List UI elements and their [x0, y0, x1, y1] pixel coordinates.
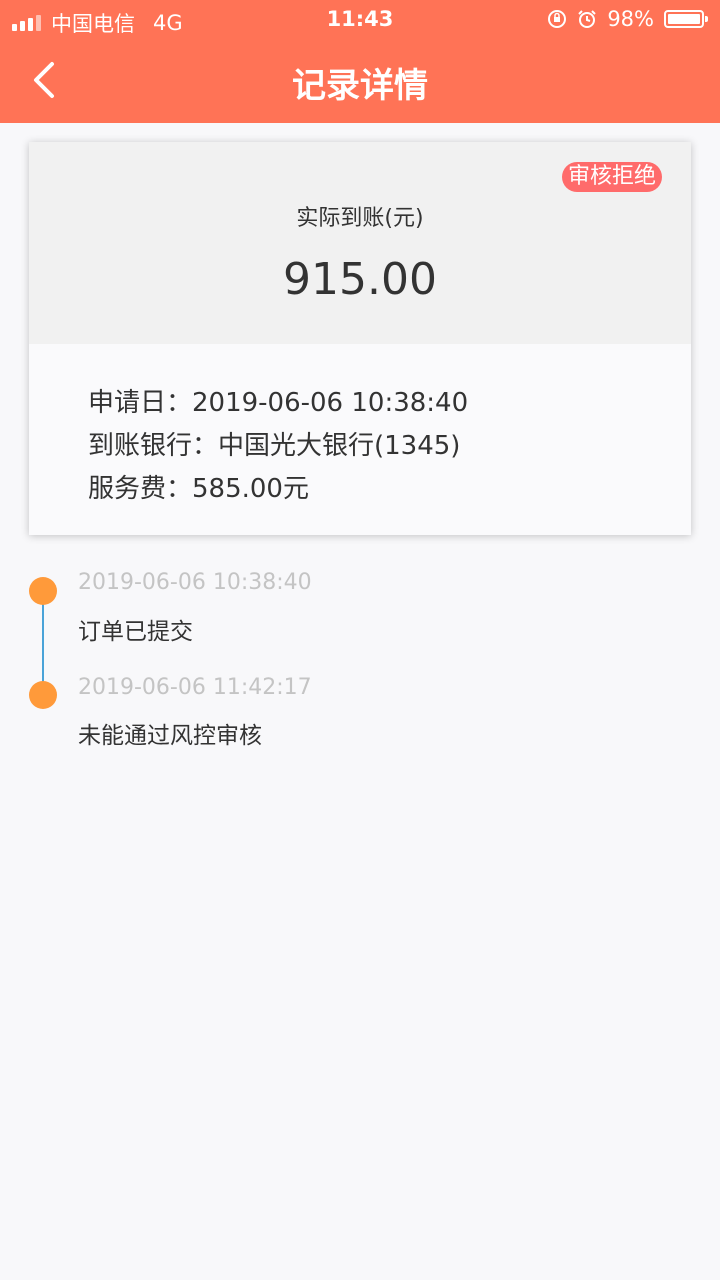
timeline-dot — [29, 681, 57, 709]
timeline-text: 订单已提交 — [78, 619, 193, 645]
amount-section: 审核拒绝 实际到账(元) 915.00 — [29, 142, 691, 344]
apply-date: 申请日：2019-06-06 10:38:40 — [88, 388, 469, 418]
page-title: 记录详情 — [292, 66, 428, 106]
timeline-time: 2019-06-06 10:38:40 — [78, 570, 312, 595]
timeline-dot — [29, 577, 57, 605]
battery-percent: 98% — [607, 7, 654, 31]
timeline-line — [42, 604, 44, 692]
nav-bar: 记录详情 — [0, 40, 720, 123]
orientation-lock-icon — [548, 10, 567, 28]
amount-label: 实际到账(元) — [296, 206, 424, 231]
receiving-bank: 到账银行：中国光大银行(1345) — [88, 431, 461, 461]
amount-value: 915.00 — [283, 254, 437, 305]
battery-icon — [664, 10, 708, 28]
timeline-time: 2019-06-06 11:42:17 — [78, 675, 312, 700]
status-bar-right: 98% — [547, 7, 708, 31]
alarm-icon — [578, 10, 597, 28]
status-badge: 审核拒绝 — [561, 162, 662, 192]
status-bar: 中国电信 4G 11:43 98% — [0, 0, 720, 40]
timeline-text: 未能通过风控审核 — [78, 723, 262, 749]
record-card: 审核拒绝 实际到账(元) 915.00 申请日：2019-06-06 10:38… — [29, 142, 691, 535]
service-fee: 服务费：585.00元 — [88, 474, 309, 504]
